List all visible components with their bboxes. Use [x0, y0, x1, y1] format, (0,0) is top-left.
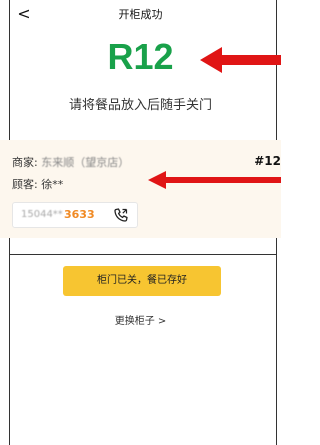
customer-row: 顾客: 徐**: [12, 176, 63, 192]
phone-suffix: 3633: [64, 208, 95, 221]
screen: < 开柜成功 R12 请将餐品放入后随手关门 商家: 东来顺（望京店） #12 …: [0, 0, 281, 445]
customer-phone-button[interactable]: 15044** 3633: [12, 202, 138, 228]
door-closed-confirm-button[interactable]: 柜门已关，餐已存好: [63, 266, 221, 296]
phone-call-icon[interactable]: [113, 207, 129, 223]
instruction-text: 请将餐品放入后随手关门: [68, 98, 212, 113]
order-number: #12: [254, 154, 281, 168]
page-title: 开柜成功: [118, 8, 163, 21]
header: < 开柜成功: [0, 0, 281, 32]
red-arrow-annotation: [200, 47, 281, 73]
red-arrow-annotation-2: [148, 171, 281, 189]
change-locker-link[interactable]: 更换柜子 >: [0, 312, 281, 327]
customer-label: 顾客:: [12, 178, 38, 191]
merchant-row: 商家: 东来顺（望京店）: [12, 154, 129, 170]
section-divider: [9, 254, 277, 255]
merchant-name: 东来顺（望京店）: [41, 156, 130, 169]
phone-masked: 15044**: [21, 209, 63, 220]
merchant-label: 商家:: [12, 156, 38, 169]
customer-name: 徐**: [41, 178, 64, 191]
